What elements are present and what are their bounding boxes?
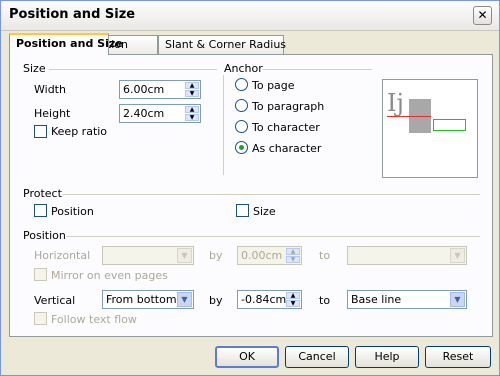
position-and-size-dialog: Position and Size ✕ Rotation Slant & Cor… [0, 0, 500, 376]
radio-selected-icon [239, 145, 244, 150]
width-value: 6.00cm [123, 83, 165, 96]
spin-up-icon[interactable]: ▲ [185, 106, 199, 113]
anchor-as-character-radio[interactable] [235, 141, 248, 154]
preview-text: Ij [387, 89, 404, 117]
tab-label: Position and Size [16, 37, 123, 50]
protect-size-label: Size [253, 205, 276, 218]
spin-up-icon[interactable]: ▲ [286, 292, 300, 299]
anchor-as-character-label: As character [252, 142, 322, 155]
vertical-to-select[interactable]: Base line ▼ [347, 290, 467, 309]
horizontal-to-select[interactable]: ▼ [347, 246, 467, 265]
spin-up-icon[interactable]: ▲ [185, 82, 199, 89]
anchor-section-header: Anchor [224, 62, 263, 75]
anchor-to-page-label: To page [252, 79, 295, 92]
spin-down-icon[interactable]: ▼ [185, 90, 199, 97]
keep-ratio-label: Keep ratio [51, 125, 108, 138]
chevron-down-icon[interactable]: ▼ [177, 248, 192, 263]
position-section-header: Position [23, 229, 66, 242]
vertical-by-value: -0.84cm [241, 293, 287, 306]
keep-ratio-checkbox[interactable] [34, 125, 47, 138]
anchor-to-character-radio[interactable] [235, 120, 248, 133]
chevron-down-icon[interactable]: ▼ [450, 292, 465, 307]
reset-button[interactable]: Reset [425, 346, 491, 368]
anchor-to-paragraph-radio[interactable] [235, 99, 248, 112]
divider [63, 194, 480, 195]
tab-position-and-size[interactable]: Position and Size [9, 33, 123, 55]
divider [223, 75, 224, 175]
protect-section-header: Protect [23, 187, 62, 200]
protect-position-label: Position [51, 205, 94, 218]
spin-down-icon[interactable]: ▼ [286, 256, 300, 263]
vertical-value: From bottom [106, 293, 177, 306]
tab-label: Slant & Corner Radius [165, 38, 287, 51]
vertical-to-label: to [319, 294, 331, 307]
preview-baseline [387, 116, 431, 117]
horizontal-by-field[interactable]: 0.00cm ▲ ▼ [237, 246, 302, 265]
vertical-label: Vertical [34, 294, 76, 307]
height-value: 2.40cm [123, 107, 165, 120]
horizontal-label: Horizontal [34, 249, 91, 262]
mirror-checkbox[interactable] [34, 268, 47, 281]
dialog-title: Position and Size [9, 7, 136, 22]
ok-button[interactable]: OK [215, 346, 279, 368]
anchor-to-page-radio[interactable] [235, 78, 248, 91]
vertical-to-value: Base line [351, 293, 402, 306]
horizontal-select[interactable]: ▼ [102, 246, 194, 265]
vertical-by-field[interactable]: -0.84cm ▲ ▼ [237, 290, 302, 309]
spin-up-icon[interactable]: ▲ [286, 248, 300, 255]
divider [49, 69, 217, 70]
protect-position-checkbox[interactable] [34, 204, 47, 217]
close-icon[interactable]: ✕ [473, 6, 492, 25]
horizontal-to-label: to [319, 249, 331, 262]
anchor-to-paragraph-label: To paragraph [252, 100, 325, 113]
follow-text-flow-label: Follow text flow [51, 313, 137, 326]
height-field[interactable]: 2.40cm ▲ ▼ [119, 104, 201, 123]
vertical-select[interactable]: From bottom ▼ [102, 290, 194, 309]
chevron-down-icon[interactable]: ▼ [177, 292, 192, 307]
help-button[interactable]: Help [355, 346, 419, 368]
divider [263, 69, 372, 70]
title-bar[interactable]: Position and Size ✕ [1, 1, 499, 31]
preview-frame [433, 119, 466, 131]
size-section-header: Size [23, 62, 46, 75]
follow-text-flow-checkbox[interactable] [34, 312, 47, 325]
width-label: Width [34, 83, 66, 96]
mirror-label: Mirror on even pages [51, 269, 168, 282]
chevron-down-icon[interactable]: ▼ [450, 248, 465, 263]
tab-slant-corner-radius[interactable]: Slant & Corner Radius [158, 35, 287, 54]
vertical-by-label: by [209, 294, 223, 307]
width-field[interactable]: 6.00cm ▲ ▼ [119, 80, 201, 99]
horizontal-by-value: 0.00cm [241, 249, 283, 262]
spin-down-icon[interactable]: ▼ [286, 300, 300, 307]
height-label: Height [34, 107, 71, 120]
horizontal-by-label: by [209, 249, 223, 262]
spin-down-icon[interactable]: ▼ [185, 114, 199, 121]
anchor-to-character-label: To character [252, 121, 320, 134]
divider [67, 236, 480, 237]
cancel-button[interactable]: Cancel [285, 346, 349, 368]
protect-size-checkbox[interactable] [236, 204, 249, 217]
anchor-preview: Ij [382, 79, 478, 178]
